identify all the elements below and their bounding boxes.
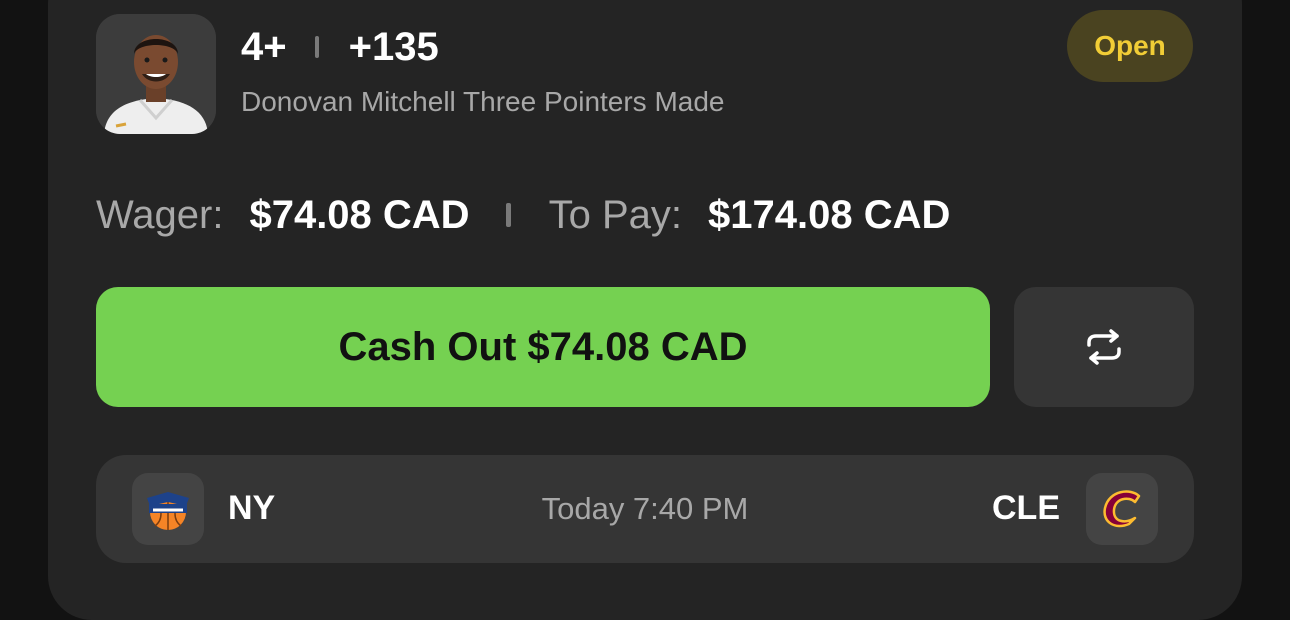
bet-line: 4+ bbox=[241, 24, 287, 69]
bet-odds: +135 bbox=[348, 24, 439, 69]
bet-amounts: Wager: $74.08 CAD To Pay: $174.08 CAD bbox=[96, 190, 950, 240]
game-info[interactable]: NY Today 7:40 PM CLE bbox=[96, 455, 1194, 563]
wager-label: Wager: bbox=[96, 192, 224, 237]
wager-value: $74.08 CAD bbox=[249, 192, 470, 237]
bet-headline: 4+ +135 bbox=[241, 24, 439, 70]
player-avatar bbox=[96, 14, 216, 134]
repeat-icon bbox=[1087, 329, 1121, 365]
topay-value: $174.08 CAD bbox=[707, 192, 951, 237]
bet-market: Donovan Mitchell Three Pointers Made bbox=[241, 86, 725, 117]
status-badge: Open bbox=[1067, 10, 1193, 82]
topay-label: To Pay: bbox=[548, 192, 682, 237]
player-headshot-icon bbox=[96, 14, 216, 134]
repeat-bet-button[interactable] bbox=[1014, 287, 1194, 407]
cash-out-button[interactable]: Cash Out $74.08 CAD bbox=[96, 287, 990, 407]
cavaliers-logo-icon bbox=[1103, 490, 1141, 528]
away-team-abbr: CLE bbox=[992, 489, 1060, 527]
headline-divider bbox=[314, 36, 319, 58]
away-team-logo bbox=[1086, 473, 1158, 545]
amounts-divider bbox=[505, 203, 511, 227]
